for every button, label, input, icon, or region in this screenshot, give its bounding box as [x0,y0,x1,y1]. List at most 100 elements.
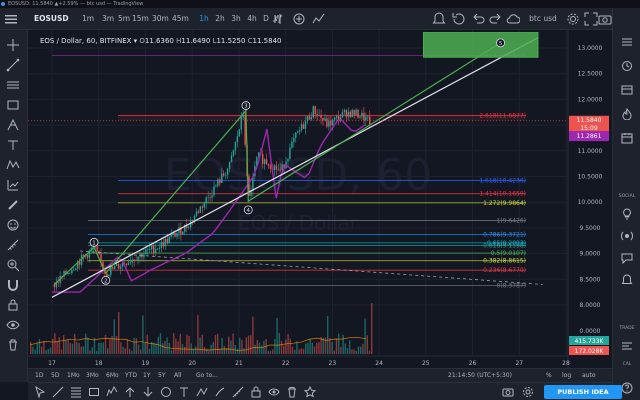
auto-toggle[interactable]: auto [582,369,596,383]
trash-icon[interactable] [6,338,20,352]
compare-icon[interactable] [292,12,306,26]
target-zone-box[interactable] [422,32,539,58]
data-window-icon[interactable] [621,84,633,96]
circle-icon[interactable] [160,386,172,398]
interval-30m[interactable]: 30m [152,8,169,30]
arrow-down-icon[interactable] [142,386,154,398]
icons-tool-icon[interactable] [6,218,20,232]
range-ytd[interactable]: YTD [125,369,137,383]
interval-3m[interactable]: 3m [100,8,116,30]
measure-icon[interactable] [6,238,20,252]
interval-15m[interactable]: 15m [132,8,149,30]
current-price-label: 11.5840 [577,117,602,124]
lock-icon[interactable] [250,386,262,398]
trend-line-icon[interactable] [52,386,64,398]
watchlist-icon[interactable] [621,36,633,48]
interval-5m[interactable]: 5m [116,8,132,30]
interval-45m[interactable]: 45m [172,8,189,30]
goto-button[interactable]: Go to... [196,369,218,383]
symbol-search[interactable]: EOSUSD [34,8,70,30]
calendar-icon[interactable] [621,132,633,144]
crosshair-icon[interactable] [6,38,20,52]
candle-body [347,111,350,117]
interval-1m[interactable]: 1m [80,8,96,30]
cursor-icon[interactable] [34,385,46,399]
ideas-icon[interactable] [621,208,633,220]
zoom-in-icon[interactable] [6,258,20,272]
chart-area[interactable]: EOSUSD, 60EOS / Dollar3.618(12.8517)2.61… [28,30,612,368]
horizontal-lines-icon[interactable] [6,78,20,92]
elliott-wave-icon[interactable] [106,385,118,398]
volume-bar [122,346,124,354]
volume-bar [331,342,333,354]
redo-icon[interactable] [488,12,502,26]
volume-bar [87,337,89,354]
arrow-up-icon[interactable] [124,386,136,398]
high-value: 11.6490 [181,37,211,45]
interval-3h[interactable]: 3h [228,8,244,30]
prediction-icon[interactable] [6,178,20,192]
bar-style-icon[interactable] [272,12,286,26]
settings-gear-icon[interactable] [566,12,580,26]
log-toggle[interactable]: log [562,369,571,383]
favorites-icon[interactable] [303,385,317,398]
range-5d[interactable]: 5D [51,369,59,383]
candle-body [106,273,108,277]
price-tick-label: 8.5000 [580,276,601,283]
brush-icon[interactable] [6,198,20,212]
range-6mo[interactable]: 6Mo [106,369,119,383]
publish-idea-button[interactable]: PUBLISH IDEA [544,385,622,399]
alerts-panel-icon[interactable] [621,60,633,72]
fullscreen-icon[interactable] [584,12,598,26]
chats-icon[interactable] [621,252,633,265]
streams-icon[interactable] [621,230,633,242]
camera-icon[interactable] [502,386,514,398]
menu-icon[interactable] [4,12,18,26]
bottom-bar: 1D 5D 1Mo 3Mo 6Mo YTD 1Y 5Y All Go to... 21:14:5… [28,368,612,382]
path-icon[interactable] [196,386,208,398]
dom-icon[interactable] [621,340,633,352]
candle-body [324,118,326,121]
range-5y[interactable]: 5Y [158,369,165,383]
pattern-icon[interactable] [6,158,20,172]
interval-2h[interactable]: 2h [212,8,228,30]
lock-icon[interactable] [6,298,20,312]
eye-icon[interactable] [268,386,280,398]
volume-bar [82,346,85,354]
eye-icon[interactable] [6,318,20,332]
undo-icon[interactable] [472,12,486,26]
help-icon[interactable] [621,382,633,394]
notifications-icon[interactable] [621,274,633,286]
hotlist-icon[interactable] [621,108,633,121]
cloud-icon[interactable] [506,12,520,26]
interval-1h[interactable]: 1h [196,8,212,30]
alert-icon[interactable] [432,12,446,26]
layout-name[interactable]: btc usd [520,8,566,30]
legend-title[interactable]: EOS / Dollar, 60, BITFINEX [40,37,131,45]
rectangle-icon[interactable] [6,98,20,112]
indicators-icon[interactable] [312,12,326,26]
settings-icon[interactable] [522,386,534,398]
range-1mo[interactable]: 1Mo [67,369,80,383]
price-chart[interactable]: EOSUSD, 60EOS / Dollar3.618(12.8517)2.61… [28,30,612,368]
volume-bar [144,343,146,354]
trend-line-icon[interactable] [6,58,20,72]
brush-icon[interactable] [214,386,226,398]
volume-bar [118,312,120,354]
trash-icon[interactable] [286,386,298,398]
text-tool-icon[interactable] [6,138,20,152]
text-note-icon[interactable] [178,386,190,398]
replay-icon[interactable] [452,12,466,26]
rectangle-icon[interactable] [88,386,100,398]
candle-body [156,248,159,250]
range-1y[interactable]: 1Y [143,369,150,383]
fib-retracement-icon[interactable] [70,386,82,398]
range-3mo[interactable]: 3Mo [86,369,99,383]
range-1d[interactable]: 1D [35,369,43,383]
pitchfork-icon[interactable] [6,118,20,132]
measure-icon[interactable] [232,386,244,398]
percent-toggle[interactable]: % [546,369,552,383]
range-all[interactable]: All [174,369,181,383]
magnet-icon[interactable] [6,278,20,292]
snapshot-icon[interactable] [598,12,612,26]
